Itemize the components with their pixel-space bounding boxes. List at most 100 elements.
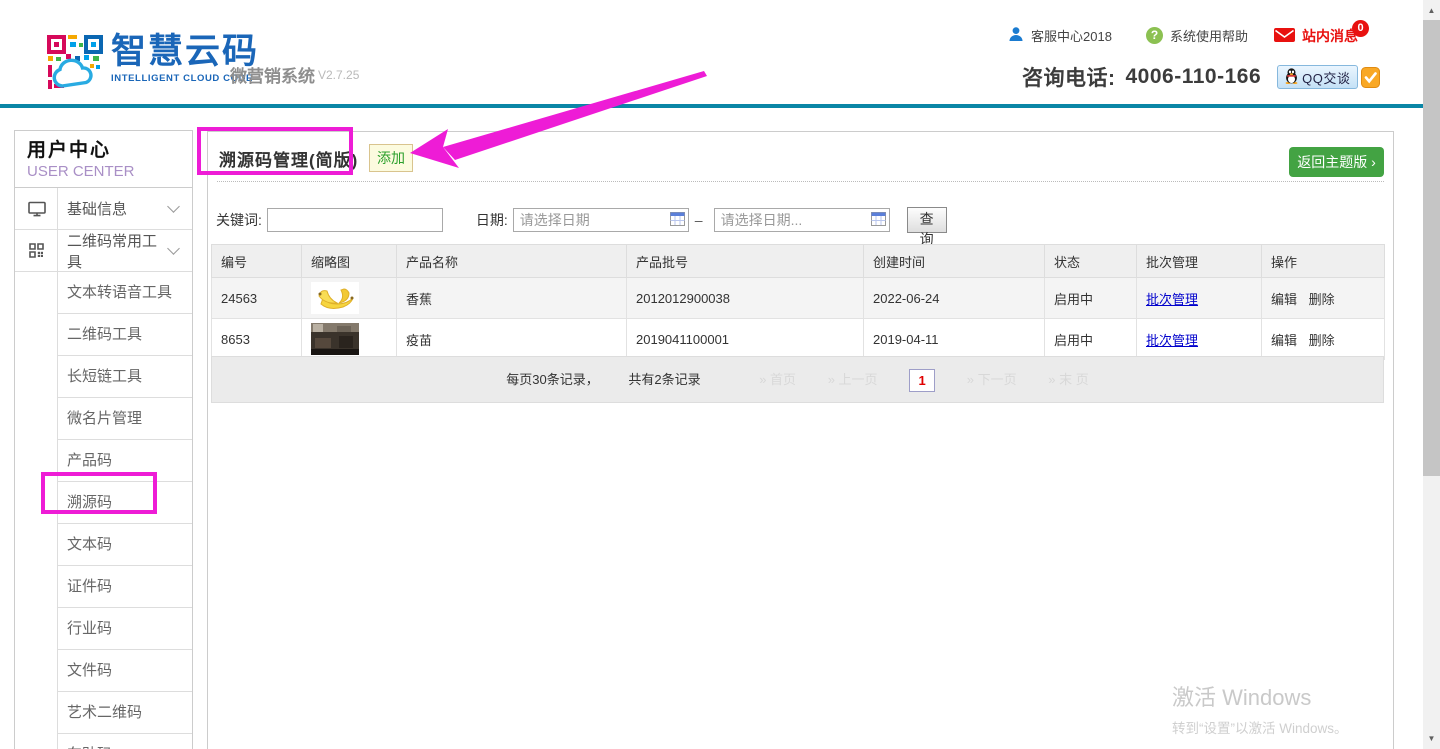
monitor-icon — [15, 201, 58, 217]
sidebar-title-en: USER CENTER — [27, 162, 192, 181]
product-name: 微营销系统 — [230, 62, 315, 87]
watermark-line1: 激活 Windows — [1172, 680, 1348, 712]
next-page-link[interactable]: » 下一页 — [967, 372, 1017, 387]
watermark-line2: 转到“设置”以激活 Windows。 — [1172, 717, 1348, 737]
edit-link[interactable]: 编辑 — [1271, 292, 1297, 307]
chevron-down-icon — [167, 200, 180, 213]
cell-batch-no: 2019041100001 — [627, 319, 864, 360]
batch-manage-link[interactable]: 批次管理 — [1146, 292, 1198, 307]
windows-activation-watermark: 激活 Windows 转到“设置”以激活 Windows。 — [1172, 680, 1348, 737]
col-header-batch-no: 产品批号 — [627, 245, 864, 278]
phone-label: 咨询电话: — [1022, 62, 1116, 92]
col-header-batch-manage: 批次管理 — [1137, 245, 1262, 278]
sidebar-title: 用户中心 USER CENTER — [15, 131, 192, 188]
filter-bar: 关键词: 日期: – — [216, 206, 947, 234]
cell-thumbnail — [302, 319, 397, 360]
cell-status: 启用中 — [1045, 319, 1137, 360]
header: 智慧云码 INTELLIGENT CLOUD CODE 微营销系统 V2.7.2… — [0, 0, 1423, 104]
sidebar-title-cn: 用户中心 — [27, 140, 192, 162]
col-header-actions: 操作 — [1262, 245, 1385, 278]
total-records-label: 共有2条记录 — [628, 372, 700, 387]
keyword-input[interactable] — [267, 208, 443, 232]
date-from-input[interactable] — [513, 208, 689, 232]
sidebar-item-qrcode-tool[interactable]: 二维码工具 — [58, 314, 192, 356]
back-to-theme-button[interactable]: 返回主题版 › — [1289, 147, 1384, 177]
sidebar-item-industry-code[interactable]: 行业码 — [58, 608, 192, 650]
sidebar-item-file-code[interactable]: 文件码 — [58, 650, 192, 692]
sidebar-item-text-code[interactable]: 文本码 — [58, 524, 192, 566]
user-icon — [1008, 26, 1024, 45]
sidebar-item-car-sticker-code[interactable]: 车贴码 — [58, 734, 192, 749]
vertical-scrollbar: ▲ ▼ — [1423, 0, 1440, 749]
header-accent-bar — [0, 104, 1423, 108]
cell-product-name: 香蕉 — [397, 278, 627, 319]
date-to-field — [714, 208, 890, 232]
chevron-down-icon — [167, 242, 180, 255]
sidebar-group-label: 基础信息 — [58, 198, 169, 219]
col-header-status: 状态 — [1045, 245, 1137, 278]
keyword-label: 关键词: — [216, 210, 262, 230]
sidebar-item-product-code[interactable]: 产品码 — [58, 440, 192, 482]
site-messages-label: 站内消息 — [1302, 26, 1358, 46]
cell-id: 24563 — [212, 278, 302, 319]
main-panel: 溯源码管理(简版) 添加 返回主题版 › 关键词: 日期: – — [207, 131, 1394, 749]
date-range-separator: – — [695, 212, 703, 228]
sidebar-item-text-to-speech[interactable]: 文本转语音工具 — [58, 272, 192, 314]
first-page-link[interactable]: » 首页 — [759, 372, 796, 387]
sidebar-item-qrcode-tools[interactable]: 二维码常用工具 — [15, 230, 192, 272]
delete-link[interactable]: 删除 — [1309, 292, 1335, 307]
sidebar-item-trace-code[interactable]: 溯源码 — [58, 482, 192, 524]
col-header-product-name: 产品名称 — [397, 245, 627, 278]
service-center-link[interactable]: 客服中心2018 — [1008, 26, 1112, 45]
qq-chat-label: QQ交谈 — [1302, 68, 1350, 87]
date-label: 日期: — [476, 210, 508, 230]
table-row: 8653 — [212, 319, 1385, 360]
last-page-link[interactable]: » 末 页 — [1048, 372, 1088, 387]
prev-page-link[interactable]: » 上一页 — [828, 372, 878, 387]
cell-status: 启用中 — [1045, 278, 1137, 319]
calendar-icon[interactable] — [670, 212, 685, 229]
sidebar-item-art-qrcode[interactable]: 艺术二维码 — [58, 692, 192, 734]
warehouse-photo — [311, 323, 359, 355]
sidebar-group-label: 二维码常用工具 — [58, 230, 169, 272]
scroll-up-icon[interactable]: ▲ — [1423, 2, 1440, 19]
delete-link[interactable]: 删除 — [1309, 333, 1335, 348]
add-button[interactable]: 添加 — [369, 144, 413, 172]
edit-link[interactable]: 编辑 — [1271, 333, 1297, 348]
batch-manage-link[interactable]: 批次管理 — [1146, 333, 1198, 348]
shield-check-icon — [1361, 67, 1380, 88]
sidebar-item-short-link[interactable]: 长短链工具 — [58, 356, 192, 398]
title-separator — [217, 181, 1384, 182]
sidebar-item-micro-card[interactable]: 微名片管理 — [58, 398, 192, 440]
system-help-label: 系统使用帮助 — [1170, 26, 1248, 45]
scrollbar-thumb[interactable] — [1423, 20, 1440, 476]
qq-chat-button[interactable]: QQ交谈 — [1277, 65, 1358, 89]
scroll-down-icon[interactable]: ▼ — [1423, 730, 1440, 747]
table-row: 24563 香蕉 — [212, 278, 1385, 319]
per-page-label: 每页30条记录， — [506, 372, 598, 387]
phone-row: 咨询电话: 4006-110-166 — [1022, 62, 1380, 92]
messages-count-badge: 0 — [1352, 20, 1369, 37]
sidebar: 用户中心 USER CENTER 基础信息 — [14, 130, 193, 749]
system-help-link[interactable]: ? 系统使用帮助 — [1146, 26, 1248, 45]
current-page-number[interactable]: 1 — [909, 369, 935, 392]
qq-penguin-icon — [1285, 68, 1298, 87]
sidebar-divider — [57, 188, 58, 749]
col-header-id: 编号 — [212, 245, 302, 278]
qq-verified-button[interactable] — [1361, 67, 1380, 88]
phone-number: 4006-110-166 — [1126, 65, 1262, 89]
service-center-label: 客服中心2018 — [1031, 26, 1112, 45]
cell-batch-no: 2012012900038 — [627, 278, 864, 319]
brand-qrcode-cloud-icon — [46, 34, 104, 97]
envelope-icon — [1274, 28, 1295, 45]
help-icon: ? — [1146, 27, 1163, 44]
search-button[interactable]: 查询 — [907, 207, 947, 233]
sidebar-item-basic-info[interactable]: 基础信息 — [15, 188, 192, 230]
version-label: V2.7.25 — [318, 68, 359, 82]
cell-thumbnail — [302, 278, 397, 319]
site-messages-link[interactable]: 站内消息 — [1274, 26, 1358, 46]
date-to-input[interactable] — [714, 208, 890, 232]
col-header-created: 创建时间 — [864, 245, 1045, 278]
calendar-icon[interactable] — [871, 212, 886, 229]
sidebar-item-certificate-code[interactable]: 证件码 — [58, 566, 192, 608]
